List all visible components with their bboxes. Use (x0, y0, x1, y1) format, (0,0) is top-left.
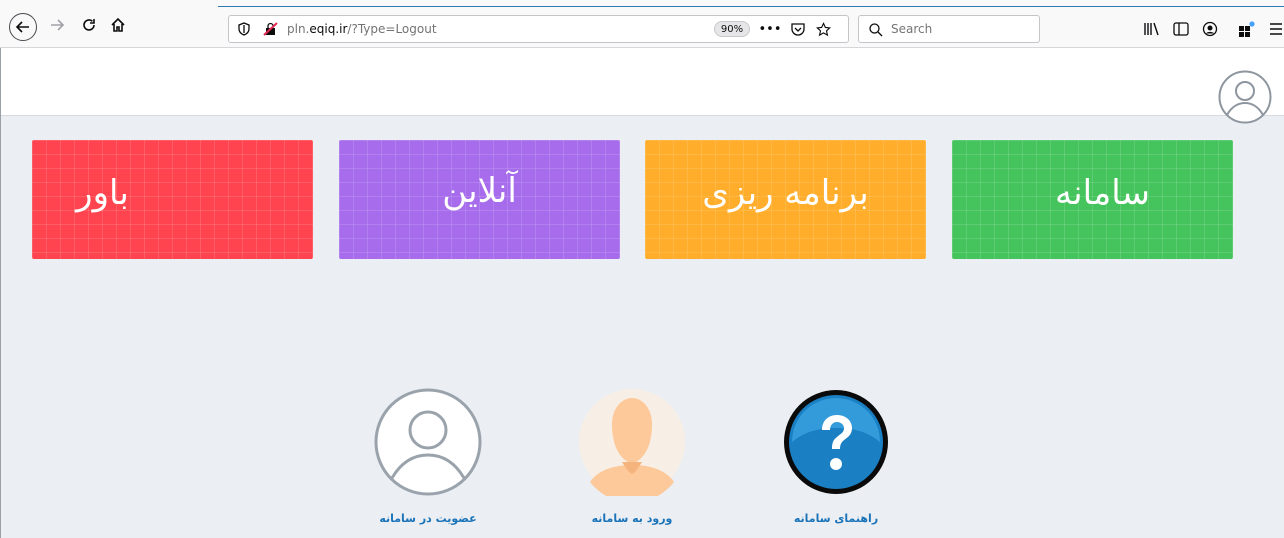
tile-samaneh[interactable]: سامانه (952, 140, 1233, 259)
url-prefix: pln. (287, 22, 310, 36)
search-icon (869, 23, 883, 37)
page-content: باور آنلاین برنامه ریزی سامانه عضویت در … (0, 48, 1284, 538)
search-bar[interactable] (858, 15, 1040, 43)
guide-label[interactable]: راهنمای سامانه (776, 512, 896, 525)
user-avatar-icon[interactable] (1218, 70, 1272, 124)
toolbar-accent-line (218, 6, 1284, 7)
url-bar[interactable]: pln.eqiq.ir/?Type=Logout 90% ••• (228, 15, 849, 43)
bookmark-star-icon[interactable] (814, 20, 832, 38)
tile-bavar[interactable]: باور (32, 140, 313, 259)
tile-online-label: آنلاین (442, 170, 517, 211)
extensions-icon[interactable] (1237, 19, 1257, 39)
arrow-right-icon (51, 19, 65, 31)
help-question-icon[interactable] (782, 388, 890, 496)
pocket-icon[interactable] (789, 20, 807, 38)
join-label[interactable]: عضویت در سامانه (368, 512, 488, 525)
browser-toolbar: pln.eqiq.ir/?Type=Logout 90% ••• (0, 0, 1284, 48)
search-input[interactable] (891, 20, 1031, 38)
tile-grid-pattern (32, 140, 313, 259)
home-icon (111, 17, 125, 32)
login-user-icon[interactable] (578, 388, 686, 503)
zoom-indicator[interactable]: 90% (714, 21, 750, 37)
page-header (1, 48, 1284, 124)
url-domain: eqiq.ir (309, 22, 348, 36)
menu-icon[interactable] (1266, 19, 1284, 39)
join-link[interactable]: عضویت در سامانه (368, 388, 488, 525)
reload-icon (83, 19, 95, 31)
guide-link[interactable]: راهنمای سامانه (776, 388, 896, 525)
insecure-lock-icon[interactable] (263, 22, 279, 36)
tile-samaneh-label: سامانه (1054, 172, 1151, 213)
forward-button[interactable] (46, 14, 68, 36)
home-button[interactable] (107, 14, 129, 36)
tile-barnameh-rizi[interactable]: برنامه ریزی (645, 140, 926, 259)
arrow-left-icon (15, 21, 29, 33)
tile-online[interactable]: آنلاین (339, 140, 620, 259)
library-icon[interactable] (1141, 19, 1161, 39)
back-button[interactable] (9, 13, 37, 41)
tile-barnameh-label: برنامه ریزی (702, 172, 869, 213)
tile-bavar-label: باور (76, 172, 129, 213)
url-text[interactable]: pln.eqiq.ir/?Type=Logout (287, 22, 437, 36)
login-label[interactable]: ورود به سامانه (572, 512, 692, 525)
url-suffix: /?Type=Logout (347, 22, 437, 36)
account-icon[interactable] (1200, 19, 1220, 39)
register-user-icon[interactable] (374, 388, 482, 496)
reload-button[interactable] (78, 14, 100, 36)
shield-icon[interactable] (237, 22, 251, 36)
sidebar-icon[interactable] (1171, 19, 1191, 39)
page-actions-icon[interactable]: ••• (759, 20, 782, 38)
login-link[interactable]: ورود به سامانه (572, 388, 692, 525)
